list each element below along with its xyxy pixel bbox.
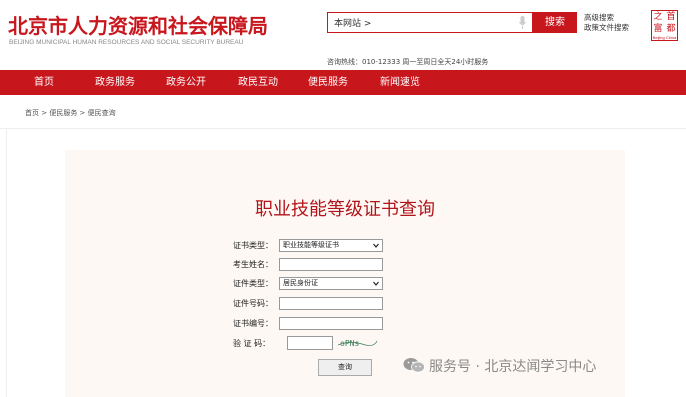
search-links: 高级搜索 政策文件搜索 [584, 13, 629, 33]
hotline-text: 咨询热线：010-12333 周一至周日全天24小时服务 [327, 58, 489, 66]
nav-item-convenience[interactable]: 便民服务 [308, 70, 348, 95]
captcha-image[interactable]: oPNs [336, 336, 378, 350]
policy-search-link[interactable]: 政策文件搜索 [584, 23, 629, 33]
cert-number-input[interactable] [279, 317, 383, 330]
cert-type-value: 职业技能等级证书 [283, 241, 339, 249]
nav-item-gov-services[interactable]: 政务服务 [95, 70, 135, 95]
page-title: 职业技能等级证书查询 [255, 199, 435, 220]
emblem-char: 富 [653, 24, 663, 34]
emblem-caption: Beijing China [652, 35, 677, 40]
id-type-select[interactable]: 居民身份证 [279, 277, 383, 290]
divider [0, 128, 686, 129]
capital-emblem-logo: 之 首 富 都 Beijing China [651, 10, 678, 41]
site-subtitle: BEIJING MUNICIPAL HUMAN RESOURCES AND SO… [9, 39, 244, 46]
site-title[interactable]: 北京市人力资源和社会保障局 [8, 10, 268, 39]
name-input[interactable] [279, 258, 383, 271]
nav-item-interaction[interactable]: 政民互动 [238, 70, 278, 95]
microphone-icon[interactable] [519, 16, 526, 29]
name-label: 考生姓名： [233, 260, 273, 269]
page: 北京市人力资源和社会保障局 BEIJING MUNICIPAL HUMAN RE… [0, 0, 686, 397]
breadcrumb[interactable]: 首页 > 便民服务 > 便民查询 [25, 108, 116, 118]
search-button[interactable]: 搜索 [533, 12, 577, 33]
cert-type-label: 证书类型： [233, 241, 273, 250]
watermark-text: 服务号 · 北京达闻学习中心 [429, 359, 597, 375]
site-header: 北京市人力资源和社会保障局 BEIJING MUNICIPAL HUMAN RE… [0, 0, 686, 68]
chevron-down-icon [373, 243, 379, 248]
captcha-label: 验 证 码： [233, 339, 271, 348]
search-scope-selector[interactable]: 本网站 > [334, 16, 371, 29]
id-type-value: 居民身份证 [283, 279, 318, 287]
id-type-label: 证件类型： [233, 279, 273, 288]
id-number-input[interactable] [279, 297, 383, 310]
emblem-char: 都 [666, 24, 676, 34]
wechat-icon [403, 358, 425, 373]
cert-type-select[interactable]: 职业技能等级证书 [279, 239, 383, 252]
cert-number-label: 证书编号： [233, 319, 273, 328]
main-nav: 首页 政务服务 政务公开 政民互动 便民服务 新闻速览 [0, 70, 686, 95]
nav-item-home[interactable]: 首页 [34, 70, 54, 95]
divider [6, 129, 7, 397]
emblem-char: 之 [653, 12, 663, 22]
nav-item-gov-affairs[interactable]: 政务公开 [166, 70, 206, 95]
query-button[interactable]: 查询 [318, 359, 372, 376]
nav-item-news[interactable]: 新闻速览 [380, 70, 420, 95]
captcha-input[interactable] [287, 336, 333, 350]
chevron-down-icon [373, 281, 379, 286]
emblem-char: 首 [666, 12, 676, 22]
advanced-search-link[interactable]: 高级搜索 [584, 13, 629, 23]
id-number-label: 证件号码： [233, 299, 273, 308]
search-input[interactable]: 本网站 > [327, 12, 533, 33]
